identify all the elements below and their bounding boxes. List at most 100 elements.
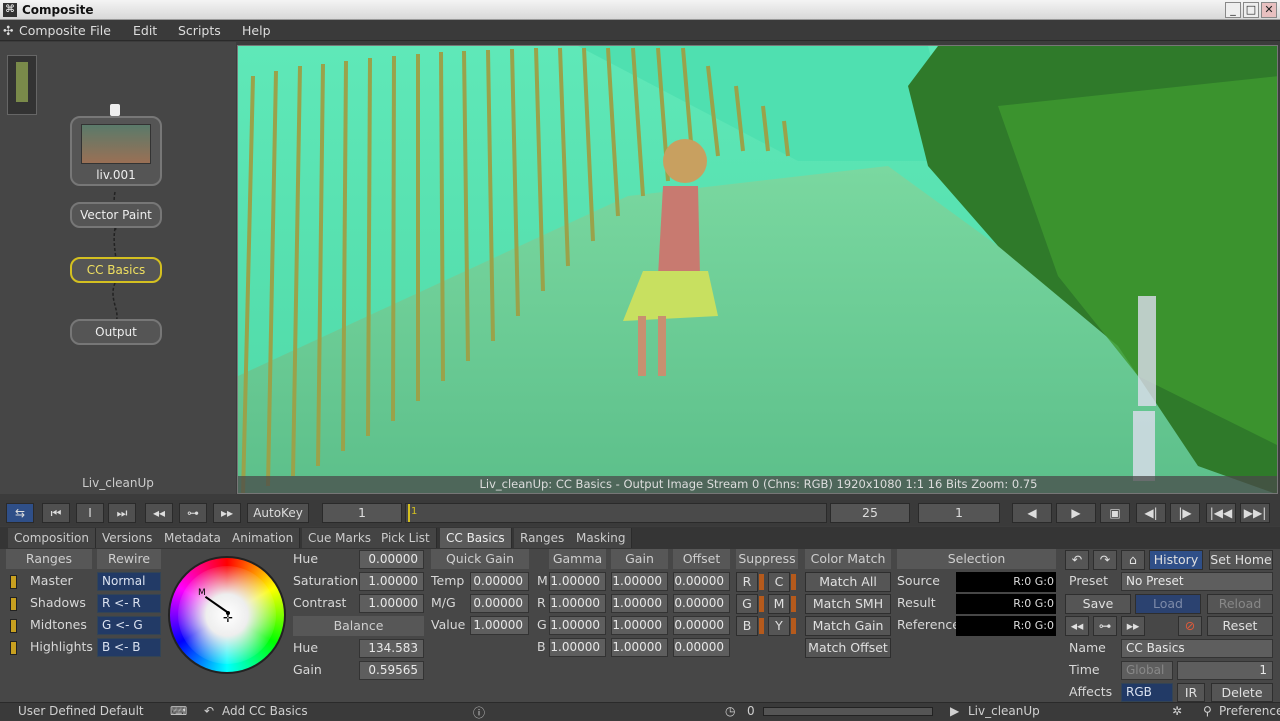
rewire-master[interactable]: Normal bbox=[97, 572, 161, 591]
gamma-g-field[interactable]: 1.00000 bbox=[549, 616, 606, 635]
clip-node[interactable]: liv.001 bbox=[70, 116, 162, 186]
range-shadows-label[interactable]: Shadows bbox=[30, 593, 86, 613]
output-node[interactable]: Output bbox=[70, 319, 162, 345]
autokey-button[interactable]: AutoKey bbox=[247, 503, 309, 523]
minimize-button[interactable]: _ bbox=[1225, 2, 1241, 18]
menu-edit[interactable]: Edit bbox=[133, 23, 157, 38]
keyframe-icon[interactable]: ⊶ bbox=[1093, 616, 1117, 636]
mg-field[interactable]: 0.00000 bbox=[470, 594, 529, 613]
playhead[interactable] bbox=[408, 504, 410, 522]
highlights-toggle[interactable] bbox=[10, 641, 17, 655]
keyboard-icon[interactable]: ⌨ bbox=[170, 704, 187, 718]
suppress-b-button[interactable]: B bbox=[736, 616, 758, 636]
suppress-m-button[interactable]: M bbox=[768, 594, 790, 614]
menu-file[interactable]: File bbox=[90, 23, 111, 38]
gamma-r-field[interactable]: 1.00000 bbox=[549, 594, 606, 613]
gain-r-field[interactable]: 1.00000 bbox=[611, 594, 668, 613]
gain-b-field[interactable]: 1.00000 bbox=[611, 638, 668, 657]
save-button[interactable]: Save bbox=[1065, 594, 1131, 614]
gain-g-field[interactable]: 1.00000 bbox=[611, 616, 668, 635]
range-master-label[interactable]: Master bbox=[30, 571, 73, 591]
last-frame-icon[interactable]: ▶▶| bbox=[1240, 503, 1270, 523]
tab-cue-marks[interactable]: Cue Marks bbox=[302, 528, 379, 548]
redo-icon[interactable]: ↷ bbox=[1093, 550, 1117, 570]
undo-icon[interactable]: ↶ bbox=[1065, 550, 1089, 570]
in-point-icon[interactable]: I bbox=[76, 503, 104, 523]
image-viewer[interactable]: Liv_cleanUp: CC Basics - Output Image St… bbox=[237, 45, 1278, 494]
play-icon[interactable]: ▶ bbox=[1056, 503, 1096, 523]
result-swatch[interactable]: R:0 G:0 bbox=[956, 594, 1056, 614]
balance-gain-field[interactable]: 0.59565 bbox=[359, 661, 424, 680]
color-wheel[interactable]: M ✛ bbox=[168, 556, 286, 674]
offset-m-field[interactable]: 0.00000 bbox=[673, 572, 730, 591]
gamma-b-field[interactable]: 1.00000 bbox=[549, 638, 606, 657]
tab-cc-basics[interactable]: CC Basics bbox=[440, 528, 512, 548]
status-undo-label[interactable]: Add CC Basics bbox=[222, 704, 308, 718]
affects-rgb-button[interactable]: RGB bbox=[1121, 683, 1173, 702]
tab-masking[interactable]: Masking bbox=[570, 528, 633, 548]
bypass-icon[interactable]: ⊘ bbox=[1178, 616, 1202, 636]
tab-pick-list[interactable]: Pick List bbox=[375, 528, 437, 548]
load-button[interactable]: Load bbox=[1135, 594, 1201, 614]
step-forward-icon[interactable]: |▶ bbox=[1170, 503, 1200, 523]
start-frame-field[interactable]: 1 bbox=[322, 503, 402, 523]
tab-versions[interactable]: Versions bbox=[96, 528, 160, 548]
prev-keyframe-icon[interactable]: ◂◂ bbox=[1065, 616, 1089, 636]
rewire-red[interactable]: R <- R bbox=[97, 594, 161, 613]
shadows-toggle[interactable] bbox=[10, 597, 17, 611]
menu-composite[interactable]: Composite bbox=[19, 23, 86, 38]
next-key-icon[interactable]: ▸▸ bbox=[213, 503, 241, 523]
history-button[interactable]: History bbox=[1149, 550, 1203, 570]
prev-key-icon[interactable]: ◂◂ bbox=[145, 503, 173, 523]
balance-hue-field[interactable]: 134.583 bbox=[359, 639, 424, 658]
step-back-icon[interactable]: ◀| bbox=[1136, 503, 1166, 523]
network-icon[interactable]: ✲ bbox=[1172, 704, 1182, 718]
home-icon[interactable]: ⌂ bbox=[1121, 550, 1145, 570]
info-icon[interactable]: ⓘ bbox=[473, 704, 485, 721]
set-home-button[interactable]: Set Home bbox=[1209, 550, 1273, 570]
temp-field[interactable]: 0.00000 bbox=[470, 572, 529, 591]
rewire-green[interactable]: G <- G bbox=[97, 616, 161, 635]
first-frame-icon[interactable]: |◀◀ bbox=[1206, 503, 1236, 523]
gamma-m-field[interactable]: 1.00000 bbox=[549, 572, 606, 591]
tab-ranges[interactable]: Ranges bbox=[514, 528, 572, 548]
menu-scripts[interactable]: Scripts bbox=[178, 23, 221, 38]
suppress-r-button[interactable]: R bbox=[736, 572, 758, 592]
master-toggle[interactable] bbox=[10, 575, 17, 589]
key-icon[interactable]: ⊶ bbox=[179, 503, 207, 523]
match-smh-button[interactable]: Match SMH bbox=[805, 594, 891, 614]
play-reverse-icon[interactable]: ◀ bbox=[1012, 503, 1052, 523]
suppress-y-button[interactable]: Y bbox=[768, 616, 790, 636]
go-start-icon[interactable]: ⏮ bbox=[42, 503, 70, 523]
end-frame-field[interactable]: 25 bbox=[830, 503, 910, 523]
contrast-field[interactable]: 1.00000 bbox=[359, 594, 424, 613]
wheel-marker[interactable]: M bbox=[198, 588, 206, 598]
match-offset-button[interactable]: Match Offset bbox=[805, 638, 891, 658]
source-swatch[interactable]: R:0 G:0 bbox=[956, 572, 1056, 592]
reset-button[interactable]: Reset bbox=[1207, 616, 1273, 636]
time-value-field[interactable]: 1 bbox=[1177, 661, 1273, 680]
clip-node-handle[interactable] bbox=[110, 104, 120, 116]
suppress-c-button[interactable]: C bbox=[768, 572, 790, 592]
preferences-icon[interactable]: ⚲ bbox=[1203, 704, 1212, 718]
range-highlights-label[interactable]: Highlights bbox=[30, 637, 93, 657]
cc-basics-node[interactable]: CC Basics bbox=[70, 257, 162, 283]
menu-help[interactable]: Help bbox=[242, 23, 271, 38]
saturation-field[interactable]: 1.00000 bbox=[359, 572, 424, 591]
gain-m-field[interactable]: 1.00000 bbox=[611, 572, 668, 591]
next-keyframe-icon[interactable]: ▸▸ bbox=[1121, 616, 1145, 636]
maximize-button[interactable]: □ bbox=[1243, 2, 1259, 18]
offset-b-field[interactable]: 0.00000 bbox=[673, 638, 730, 657]
preferences-label[interactable]: Preferences bbox=[1219, 704, 1280, 718]
reference-swatch[interactable]: R:0 G:0 bbox=[956, 616, 1056, 636]
offset-r-field[interactable]: 0.00000 bbox=[673, 594, 730, 613]
tab-metadata[interactable]: Metadata bbox=[158, 528, 228, 548]
time-mode-field[interactable]: Global bbox=[1121, 661, 1173, 680]
go-end-icon[interactable]: ⏭ bbox=[108, 503, 136, 523]
offset-g-field[interactable]: 0.00000 bbox=[673, 616, 730, 635]
tab-animation[interactable]: Animation bbox=[226, 528, 301, 548]
range-midtones-label[interactable]: Midtones bbox=[30, 615, 87, 635]
timeline-scrubber[interactable]: 1 bbox=[405, 503, 827, 523]
vector-paint-node[interactable]: Vector Paint bbox=[70, 202, 162, 228]
affects-ir-button[interactable]: IR bbox=[1177, 683, 1205, 702]
